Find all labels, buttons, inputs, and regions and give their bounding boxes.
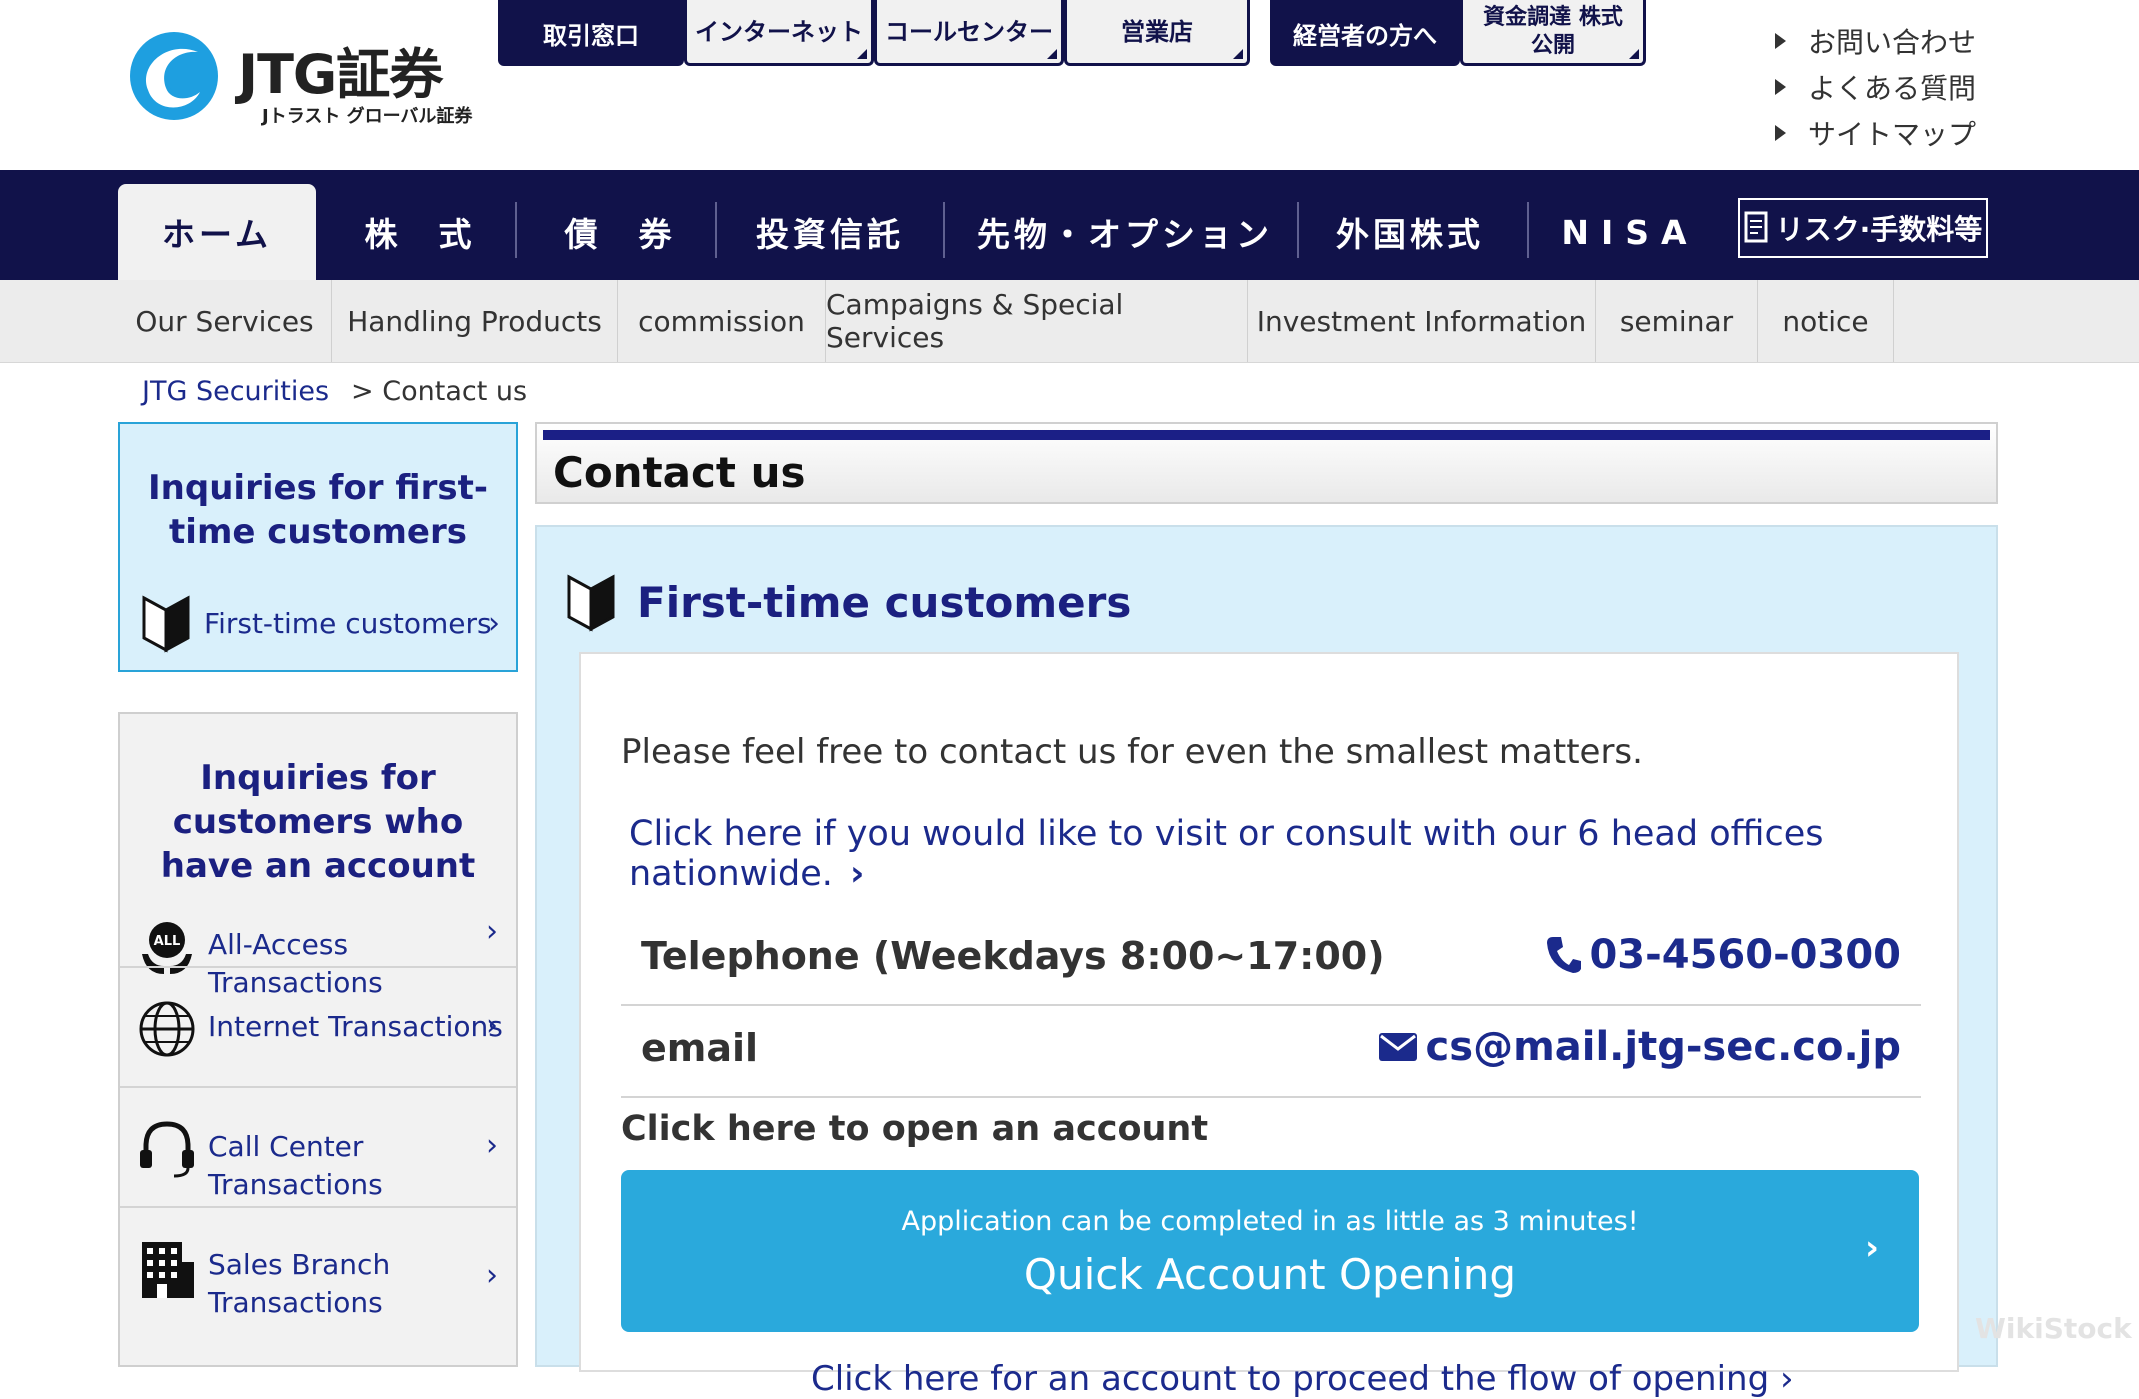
- quick-button-subtext: Application can be completed in as littl…: [901, 1206, 1639, 1237]
- header-accent-bar: [543, 430, 1990, 440]
- intro-text: Please feel free to contact us for even …: [621, 732, 1643, 772]
- util-link-label: お問い合わせ: [1808, 26, 1977, 59]
- phone-label: Telephone (Weekdays 8:00~17:00): [641, 934, 1385, 978]
- sidebar-item-label: Call Center Transactions: [208, 1130, 383, 1201]
- subnav-campaigns[interactable]: Campaigns & Special Services: [826, 280, 1248, 362]
- beginner-mark-icon: [567, 574, 615, 632]
- sub-navigation: Our Services Handling Products commissio…: [0, 280, 2139, 363]
- logo-sub-text: Jトラスト グローバル証券: [262, 106, 473, 127]
- visit-offices-link[interactable]: Click here if you would like to visit or…: [629, 814, 1957, 894]
- chevron-right-icon: ›: [486, 1128, 498, 1163]
- headset-icon: [140, 1121, 194, 1178]
- triangle-icon: [1775, 125, 1786, 141]
- nav-home[interactable]: ホーム: [118, 184, 316, 280]
- subnav-investment-info[interactable]: Investment Information: [1248, 280, 1596, 362]
- tab-fundraising-ipo[interactable]: 資金調達 株式公開: [1460, 0, 1646, 66]
- email-row: email cs@mail.jtg-sec.co.jp: [621, 1004, 1921, 1098]
- quick-button-label: Quick Account Opening: [1023, 1250, 1517, 1299]
- tab-trading-window: 取引窓口: [498, 0, 684, 66]
- building-icon: [142, 1242, 194, 1298]
- sidebar-item-sales-branch[interactable]: Sales Branch Transactions ›: [120, 1206, 516, 1367]
- chevron-right-icon: ›: [850, 854, 865, 894]
- logo-swirl-icon: [130, 32, 218, 120]
- util-link-label: よくある質問: [1808, 72, 1977, 105]
- beginner-mark-icon: [142, 595, 190, 653]
- account-flow-label: Click here for an account to proceed the…: [811, 1359, 1770, 1399]
- chevron-right-icon: ›: [1864, 1228, 1879, 1268]
- chevron-right-icon: ›: [486, 1008, 498, 1043]
- phone-number: 03-4560-0300: [1589, 932, 1901, 978]
- sidebar-existing-box: Inquiries for customers who have an acco…: [118, 712, 518, 1367]
- open-account-label: Click here to open an account: [621, 1109, 1209, 1149]
- contact-card: Please feel free to contact us for even …: [579, 652, 1959, 1399]
- subnav-seminar[interactable]: seminar: [1596, 280, 1758, 362]
- svg-text:ALL: ALL: [154, 934, 181, 949]
- site-header: JTG証券 Jトラスト グローバル証券 取引窓口 インターネット コールセンター…: [0, 0, 2139, 170]
- sidebar-item-call-center[interactable]: Call Center Transactions ›: [120, 1086, 516, 1206]
- phone-row: Telephone (Weekdays 8:00~17:00) 03-4560-…: [621, 912, 1921, 1006]
- site-logo[interactable]: JTG証券 Jトラスト グローバル証券: [128, 22, 508, 132]
- subnav-our-services[interactable]: Our Services: [118, 280, 332, 362]
- triangle-icon: [1775, 79, 1786, 95]
- watermark: WikiStock: [1975, 1312, 2132, 1345]
- logo-brand-text: JTG証券: [238, 43, 443, 106]
- triangle-icon: [1775, 33, 1786, 49]
- phone-number-link[interactable]: 03-4560-0300: [1545, 932, 1901, 978]
- page-header: Contact us: [535, 422, 1998, 504]
- util-link-faq[interactable]: よくある質問: [1775, 64, 1976, 110]
- tab-internet[interactable]: インターネット: [684, 0, 874, 66]
- sidebar-first-time-title: Inquiries for first-time customers: [148, 468, 488, 552]
- main-navigation: ホーム 株 式 債 券 投資信託 先物・オプション 外国株式 NISA リスク·…: [0, 170, 2139, 280]
- nav-risk-fees[interactable]: リスク·手数料等: [1738, 198, 1988, 258]
- nav-nisa[interactable]: NISA: [1540, 184, 1720, 280]
- sidebar-item-label: Sales Branch Transactions: [208, 1248, 391, 1319]
- breadcrumb-current: > Contact us: [351, 376, 528, 407]
- quick-account-opening-button[interactable]: Application can be completed in as littl…: [621, 1170, 1919, 1332]
- sidebar-first-time-box: Inquiries for first-time customers First…: [118, 422, 518, 672]
- sidebar-item-internet[interactable]: Internet Transactions ›: [120, 966, 516, 1086]
- tab-call-center[interactable]: コールセンター: [874, 0, 1064, 66]
- email-link[interactable]: cs@mail.jtg-sec.co.jp: [1378, 1024, 1901, 1070]
- envelope-icon: [1378, 1033, 1417, 1061]
- subnav-handling-products[interactable]: Handling Products: [332, 280, 618, 362]
- nav-futures-options[interactable]: 先物・オプション: [960, 184, 1290, 280]
- util-link-label: サイトマップ: [1808, 118, 1977, 151]
- nav-investment-trusts[interactable]: 投資信託: [730, 184, 930, 280]
- nav-foreign-stocks[interactable]: 外国株式: [1310, 184, 1510, 280]
- util-link-sitemap[interactable]: サイトマップ: [1775, 110, 1976, 156]
- tab-sales-branch[interactable]: 営業店: [1064, 0, 1250, 66]
- util-link-contact[interactable]: お問い合わせ: [1775, 18, 1976, 64]
- breadcrumb: JTG Securities > Contact us: [142, 376, 527, 407]
- visit-offices-label: Click here if you would like to visit or…: [629, 814, 1824, 894]
- sidebar-first-time-link[interactable]: First-time customers ›: [140, 592, 500, 654]
- globe-icon: [139, 1001, 195, 1057]
- sidebar-item-label: Internet Transactions: [208, 1010, 503, 1043]
- nav-risk-label: リスク·手数料等: [1775, 213, 1983, 246]
- email-label: email: [641, 1026, 759, 1070]
- section-title: First-time customers: [637, 577, 1132, 627]
- sidebar-first-time-link-label: First-time customers: [204, 606, 492, 640]
- tab-for-executives: 経営者の方へ: [1270, 0, 1460, 66]
- sidebar-existing-title: Inquiries for customers who have an acco…: [160, 758, 476, 886]
- nav-stocks[interactable]: 株 式: [330, 184, 510, 280]
- breadcrumb-home-link[interactable]: JTG Securities: [142, 376, 329, 407]
- chevron-right-icon: ›: [486, 1258, 498, 1293]
- first-time-panel: First-time customers Please feel free to…: [535, 525, 1998, 1399]
- subnav-commission[interactable]: commission: [618, 280, 826, 362]
- subnav-notice[interactable]: notice: [1758, 280, 1894, 362]
- page-title: Contact us: [553, 448, 806, 497]
- chevron-right-icon: ›: [1780, 1359, 1794, 1399]
- nav-bonds[interactable]: 債 券: [530, 184, 710, 280]
- email-address: cs@mail.jtg-sec.co.jp: [1425, 1024, 1901, 1070]
- phone-icon: [1547, 937, 1582, 973]
- chevron-right-icon: ›: [486, 914, 498, 949]
- document-icon: [1744, 211, 1768, 243]
- account-flow-link[interactable]: Click here for an account to proceed the…: [811, 1359, 1794, 1399]
- section-heading: First-time customers: [565, 571, 1131, 633]
- chevron-right-icon: ›: [488, 605, 500, 641]
- utility-links: お問い合わせ よくある質問 サイトマップ: [1775, 18, 1976, 156]
